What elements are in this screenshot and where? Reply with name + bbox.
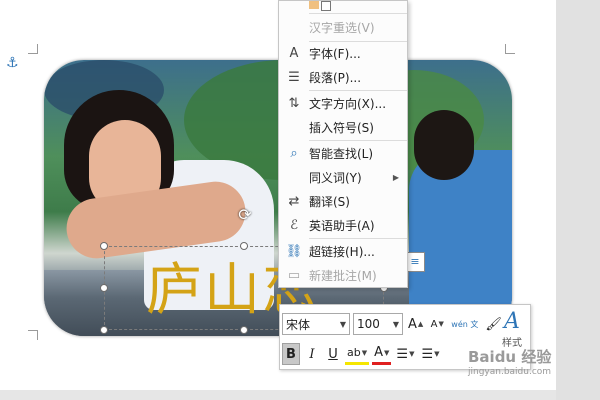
italic-icon: I	[309, 346, 315, 362]
grow-font-icon: A	[408, 316, 417, 332]
paste-text-only-icon[interactable]	[321, 1, 331, 11]
layout-options-icon[interactable]: ≡	[405, 252, 425, 272]
menu-item-label: 同义词(Y)	[309, 170, 362, 185]
numbering-button[interactable]: ☰ ▼	[419, 343, 441, 365]
submenu-arrow-icon: ▶	[392, 172, 399, 182]
crop-mark-top-left	[28, 44, 38, 54]
paste-options-icon[interactable]	[309, 1, 339, 11]
numbering-icon: ☰	[421, 346, 434, 362]
new-comment-icon: ▭	[287, 267, 301, 283]
menu-item-label: 文字方向(X)...	[309, 96, 387, 111]
highlight-icon: ab	[347, 346, 361, 359]
menu-item-label: 超链接(H)...	[309, 244, 375, 259]
chevron-down-icon[interactable]: ▼	[393, 320, 399, 329]
smart-lookup-icon: ⌕	[290, 145, 298, 161]
watermark-logo: Baidu 经验 jingyan.baidu.com	[468, 346, 598, 386]
menu-item-english-assistant[interactable]: ℰ 英语助手(A)	[279, 213, 407, 237]
shrink-font-button[interactable]: A ▼	[428, 313, 446, 335]
menu-item-translate[interactable]: ⇄ 翻译(S)	[279, 189, 407, 213]
resize-handle[interactable]	[100, 284, 108, 292]
translate-icon: ⇄	[288, 193, 300, 209]
english-assistant-icon: ℰ	[290, 217, 298, 233]
font-icon: A	[289, 45, 299, 61]
font-color-button[interactable]: A ▼	[372, 343, 392, 365]
highlight-button[interactable]: ab ▼	[345, 343, 370, 365]
phonetic-guide-button[interactable]: wén 文	[449, 313, 480, 335]
menu-item-insert-symbol[interactable]: 插入符号(S)	[279, 115, 407, 139]
chevron-down-icon[interactable]: ▼	[340, 320, 346, 329]
menu-item-smart-lookup[interactable]: ⌕ 智能查找(L)	[279, 141, 407, 165]
menu-item-new-comment[interactable]: ▭ 新建批注(M)	[279, 263, 407, 287]
photo-man-head	[414, 110, 474, 180]
paragraph-icon: ☰	[288, 69, 300, 85]
font-size-combo[interactable]: 100 ▼	[353, 313, 403, 335]
crop-mark-top-right	[505, 44, 515, 54]
paste-keep-format-icon[interactable]	[309, 1, 319, 9]
styles-icon: A	[504, 309, 520, 334]
phonetic-guide-icon: wén 文	[451, 319, 479, 329]
watermark-main-text: Baidu 经验	[468, 348, 552, 366]
anchor-icon[interactable]: ⚓	[6, 55, 19, 71]
font-name-combo[interactable]: 宋体 ▼	[282, 313, 350, 335]
font-color-icon: A	[374, 345, 384, 360]
menu-item-label: 翻译(S)	[309, 194, 350, 209]
resize-handle[interactable]	[240, 242, 248, 250]
rotate-handle-icon[interactable]: ⟳	[236, 206, 254, 224]
mini-toolbar-row-2: B I U ab ▼ A ▼ ☰ ▼ ☰ ▼	[282, 340, 445, 368]
menu-item-text-direction[interactable]: ⇅ 文字方向(X)...	[279, 91, 407, 115]
grow-font-button[interactable]: A ▲	[406, 313, 425, 335]
menu-item-label: 新建批注(M)	[309, 268, 377, 283]
menu-item-label: 插入符号(S)	[309, 120, 374, 135]
menu-separator	[309, 13, 407, 14]
menu-item-paragraph[interactable]: ☰ 段落(P)...	[279, 65, 407, 89]
context-menu: 汉字重选(V) A 字体(F)... ☰ 段落(P)... ⇅ 文字方向(X).…	[278, 0, 408, 288]
menu-item-hyperlink[interactable]: ⛓ 超链接(H)...	[279, 239, 407, 263]
menu-item-font[interactable]: A 字体(F)...	[279, 41, 407, 65]
text-direction-icon: ⇅	[288, 95, 300, 111]
hyperlink-icon: ⛓	[285, 243, 303, 259]
watermark-sub-text: jingyan.baidu.com	[468, 367, 552, 377]
menu-item-label: 英语助手(A)	[309, 218, 375, 233]
menu-item-label: 字体(F)...	[309, 46, 361, 61]
menu-item-label: 汉字重选(V)	[309, 20, 375, 35]
bullets-button[interactable]: ☰ ▼	[394, 343, 416, 365]
italic-button[interactable]: I	[303, 343, 321, 365]
menu-item-label: 段落(P)...	[309, 70, 362, 85]
bold-icon: B	[286, 346, 296, 362]
font-size-value: 100	[357, 317, 380, 331]
resize-handle[interactable]	[240, 326, 248, 334]
scroll-area	[556, 0, 600, 400]
bullets-icon: ☰	[396, 346, 409, 362]
mini-toolbar-row-1: 宋体 ▼ 100 ▼ A ▲ A ▼ wén 文 🖌	[282, 310, 507, 338]
bold-button[interactable]: B	[282, 343, 300, 365]
underline-icon: U	[328, 346, 338, 362]
underline-button[interactable]: U	[324, 343, 342, 365]
crop-mark-bottom-left	[28, 330, 38, 340]
menu-item-label: 智能查找(L)	[309, 146, 374, 161]
menu-item-synonyms[interactable]: 同义词(Y) ▶	[279, 165, 407, 189]
menu-item-hanzi-reconvert[interactable]: 汉字重选(V)	[279, 15, 407, 39]
font-name-value: 宋体	[286, 317, 311, 332]
resize-handle[interactable]	[100, 326, 108, 334]
shrink-font-icon: A	[430, 318, 438, 330]
resize-handle[interactable]	[100, 242, 108, 250]
